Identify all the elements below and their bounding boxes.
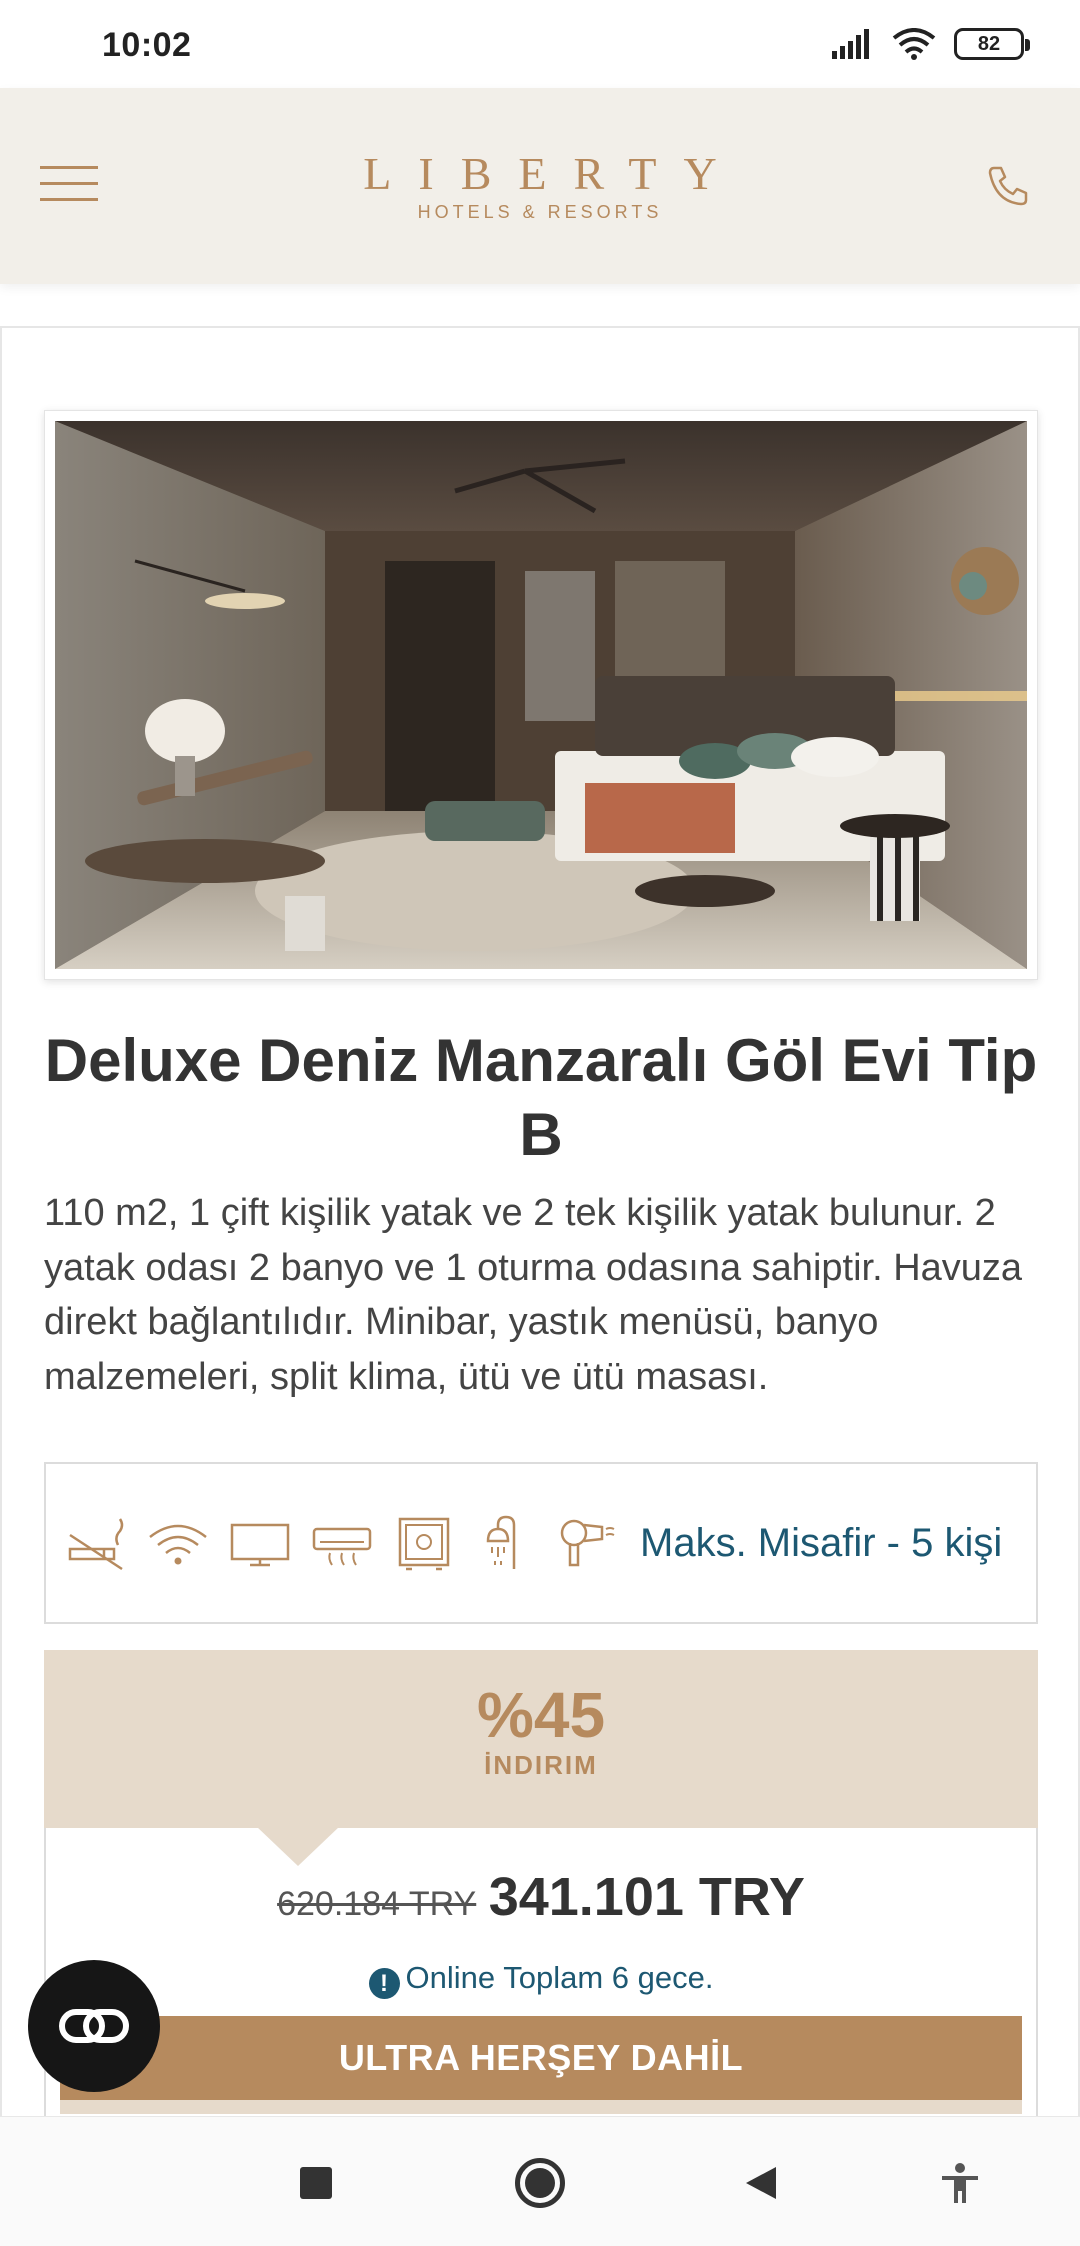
price-note: ! Online Toplam 6 gece. [44, 1960, 1038, 1999]
wifi-icon [892, 28, 936, 60]
safe-icon [392, 1511, 456, 1575]
logo-main: LIBERTY [363, 148, 744, 199]
signal-icon [832, 29, 869, 59]
discount-label: İNDIRIM [484, 1750, 598, 1780]
recents-square-icon[interactable] [284, 2151, 348, 2215]
back-triangle-icon[interactable] [728, 2151, 792, 2215]
price-note-text: Online Toplam 6 gece. [405, 1960, 714, 1995]
status-icons: 82 [832, 28, 1030, 60]
logo[interactable]: LIBERTY HOTELS & RESORTS [330, 148, 750, 223]
no-smoking-icon [64, 1511, 128, 1575]
amenities-bar: Maks. Misafir - 5 kişi [44, 1462, 1038, 1624]
phone-icon[interactable] [984, 162, 1032, 210]
system-nav-bar [0, 2116, 1080, 2246]
menu-icon[interactable] [40, 166, 98, 206]
new-price: 341.101 TRY [488, 1867, 805, 1927]
battery-icon: 82 [954, 28, 1030, 60]
accessibility-icon[interactable] [928, 2151, 992, 2215]
glasses-icon [59, 2009, 129, 2043]
board-type-panel [60, 2100, 1022, 2114]
hair-dryer-icon [556, 1511, 620, 1575]
price-row: 620.184 TRY 341.101 TRY [44, 1866, 1038, 1928]
discount-arrow [256, 1826, 340, 1866]
wifi-icon [146, 1511, 210, 1575]
status-bar: 10:02 82 [0, 0, 1080, 88]
old-price: 620.184 TRY [277, 1885, 477, 1923]
board-type-button[interactable]: ULTRA HERŞEY DAHİL [60, 2016, 1022, 2100]
room-title: Deluxe Deniz Manzaralı Göl Evi Tip B [44, 1027, 1038, 1168]
room-photo[interactable] [44, 410, 1038, 980]
status-time: 10:02 [102, 26, 192, 64]
discount-box: %45 İNDIRIM [44, 1650, 1038, 1828]
max-guests-label: Maks. Misafir - 5 kişi [640, 1520, 1003, 1565]
logo-sub: HOTELS & RESORTS [417, 202, 663, 222]
room-description: 110 m2, 1 çift kişilik yatak ve 2 tek ki… [44, 1192, 1023, 1398]
tv-icon [228, 1511, 292, 1575]
site-header: LIBERTY HOTELS & RESORTS [0, 88, 1080, 284]
room-photo-image [55, 421, 1027, 969]
reader-view-button[interactable] [28, 1960, 160, 2092]
shower-icon [474, 1511, 538, 1575]
discount-value: %45 [476, 1679, 606, 1751]
home-circle-icon[interactable] [508, 2151, 572, 2215]
info-icon: ! [368, 1968, 400, 1999]
battery-level: 82 [977, 32, 1001, 55]
air-conditioner-icon [310, 1511, 374, 1575]
